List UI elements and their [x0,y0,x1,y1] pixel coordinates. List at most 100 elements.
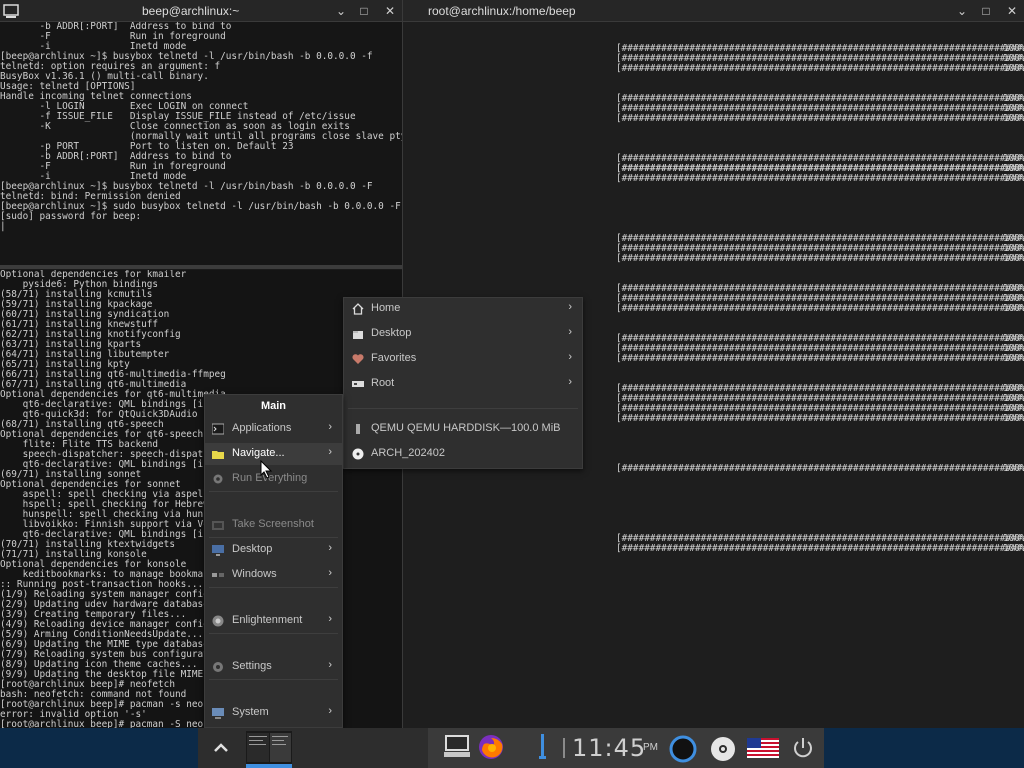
menu-item-label: Enlightenment [232,614,303,626]
volume-indicator[interactable] [536,732,548,762]
navigate-item-favorites[interactable]: Favorites › [344,348,582,370]
menu-item-label: Windows [232,568,277,580]
chevron-right-icon: › [328,542,332,554]
menu-item-label: System [232,706,269,718]
menu-separator [209,587,338,588]
menu-separator [209,633,338,634]
pager[interactable] [246,731,292,764]
menu-item-label: Settings [232,660,272,672]
progress-percent: 100% [1003,353,1024,364]
main-menu-item-settings[interactable]: Settings › [205,656,342,678]
windows-icon [212,569,224,581]
home-icon [352,303,364,315]
clock[interactable]: 11:45 [572,734,646,762]
progress-percent: 100% [1003,413,1024,424]
pager-active-indicator [246,764,292,768]
chevron-right-icon: › [568,326,572,338]
chevron-right-icon: › [568,376,572,388]
menu-item-label: Desktop [371,327,412,339]
chevron-right-icon: › [328,421,332,433]
left-window-title: beep@archlinux:~ [142,4,240,18]
maximize-icon[interactable]: □ [978,3,994,19]
menu-item-label: Root [371,377,395,389]
main-menu-item-system[interactable]: System › [205,702,342,724]
menu-item-label: ARCH_202402 [371,447,445,459]
menu-item-label: Favorites [371,352,417,364]
progress-bar-line: [#######################################… [616,253,1024,264]
terminal-scrollbar[interactable] [0,265,402,269]
gear-icon [212,473,224,485]
progress-bar-line: [#######################################… [616,543,1024,554]
progress-percent: 100% [1003,63,1024,74]
heart-icon [352,353,364,365]
main-menu-item-enlightenment[interactable]: Enlightenment › [205,610,342,632]
optical-disc-icon [352,448,364,460]
drive-icon [352,378,364,390]
navigate-item-root[interactable]: Root › [344,373,582,395]
menu-item-label: QEMU QEMU HARDDISK—100.0 MiB [371,422,561,434]
menu-item-label: Take Screenshot [232,518,314,530]
main-menu-item-take-screenshot[interactable]: Take Screenshot [205,514,342,536]
progress-percent: 100% [1003,253,1024,264]
menu-separator [209,491,338,492]
screenshot-icon [212,519,224,531]
close-icon[interactable]: ✕ [1004,3,1020,19]
terminal-line: | [0,221,6,232]
menu-item-label: Navigate... [232,447,285,459]
maximize-icon[interactable]: □ [356,3,372,19]
terminal-launcher[interactable] [442,732,472,760]
progress-percent: 100% [1003,303,1024,314]
progress-percent: 100% [1003,163,1024,174]
navigate-submenu[interactable]: Home › Desktop › Favorites › Root › QEMU QEMU HA… [343,297,583,469]
navigate-item-qemu-qemu-harddisk-100-0-mib[interactable]: QEMU QEMU HARDDISK—100.0 MiB [344,418,582,440]
menu-item-label: Desktop [232,543,273,555]
chevron-right-icon: › [328,567,332,579]
chevron-right-icon: › [328,659,332,671]
progress-bar-line: [#######################################… [616,353,1024,364]
progress-bar-line: [#######################################… [616,163,1024,174]
settings-icon [212,661,224,673]
chevron-down-icon[interactable]: ⌄ [954,3,970,19]
shelf-separator [560,736,568,760]
navigate-item-arch-202402[interactable]: ARCH_202402 [344,443,582,465]
optical-disc-icon[interactable] [708,734,738,764]
chevron-right-icon: › [568,351,572,363]
progress-percent: 100% [1003,113,1024,124]
chevron-down-icon[interactable]: ⌄ [333,3,349,19]
progress-bar-line: [#######################################… [616,303,1024,314]
right-window-titlebar[interactable]: root@archlinux:/home/beep ⌄ □ ✕ [403,0,1024,22]
menu-separator [348,408,578,409]
progress-percent: 100% [1003,173,1024,184]
navigate-item-home[interactable]: Home › [344,298,582,320]
menu-item-label: Home [371,302,401,314]
clock-ampm: PM [643,742,658,753]
chevron-right-icon: › [328,613,332,625]
close-icon[interactable]: ✕ [382,3,398,19]
chevron-right-icon: › [328,446,332,458]
terminal-icon [211,423,225,435]
start-button[interactable] [210,736,232,760]
progress-percent: 100% [1003,463,1024,474]
power-icon[interactable] [790,735,816,761]
progress-percent: 100% [1003,543,1024,554]
menu-item-label: Applications [232,422,292,434]
main-menu-item-windows[interactable]: Windows › [205,564,342,586]
progress-bar-line: [#######################################… [616,63,1024,74]
enlightenment-icon [212,615,224,627]
main-menu-item-desktop[interactable]: Desktop › [205,539,342,561]
progress-bar-line: [#######################################… [616,113,1024,124]
main-menu-item-applications[interactable]: Applications › [205,418,342,440]
enlightenment-status-icon[interactable] [668,734,698,764]
navigate-item-desktop[interactable]: Desktop › [344,323,582,345]
menu-separator [209,537,338,538]
terminal-top-output[interactable]: -b ADDR[:PORT] Address to bind to -F Run… [0,22,402,266]
main-menu[interactable]: Main Applications › Navigate... › Run Everyt… [204,394,343,728]
terminal-line: [sudo] password for beep: [0,211,142,222]
us-flag-icon[interactable] [747,738,779,758]
progress-bar-line: [#######################################… [616,413,1024,424]
progress-bar-line: [#######################################… [616,173,1024,184]
firefox-launcher[interactable] [476,732,506,762]
system-icon [212,707,224,719]
left-window-titlebar[interactable]: beep@archlinux:~ ⌄ □ ✕ [0,0,403,22]
progress-bar-line: [#######################################… [616,463,1024,474]
